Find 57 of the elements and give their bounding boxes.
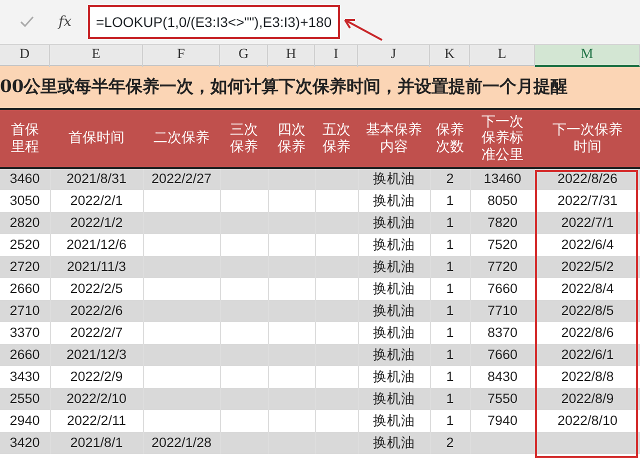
table-cell: 换机油 bbox=[358, 432, 430, 454]
table-cell: 3460 bbox=[0, 168, 50, 190]
insert-function-button[interactable]: fx bbox=[50, 12, 80, 32]
table-cell: 2022/1/28 bbox=[143, 432, 220, 454]
table-cell: 2022/2/6 bbox=[50, 300, 143, 322]
table-cell: 1 bbox=[430, 300, 470, 322]
table-cell: 换机油 bbox=[358, 212, 430, 234]
table-cell: 2820 bbox=[0, 212, 50, 234]
column-heading: 下一次保养标准公里 bbox=[470, 110, 535, 168]
table-cell: 7820 bbox=[470, 212, 535, 234]
column-header[interactable]: M bbox=[535, 45, 640, 67]
table-cell: 换机油 bbox=[358, 168, 430, 190]
table-cell: 换机油 bbox=[358, 256, 430, 278]
table-cell: 2022/6/1 bbox=[535, 344, 640, 366]
table-cell: 7550 bbox=[470, 388, 535, 410]
table-cell: 1 bbox=[430, 344, 470, 366]
table-cell: 1 bbox=[430, 388, 470, 410]
table-cell: 2022/2/27 bbox=[143, 168, 220, 190]
column-heading: 四次保养 bbox=[268, 110, 315, 168]
table-cell: 换机油 bbox=[358, 344, 430, 366]
table-cell: 2710 bbox=[0, 300, 50, 322]
column-heading: 基本保养内容 bbox=[358, 110, 430, 168]
column-heading: 下一次保养时间 bbox=[535, 110, 640, 168]
column-heading: 二次保养 bbox=[143, 110, 220, 168]
table-cell: 2022/8/5 bbox=[535, 300, 640, 322]
table-cell: 2 bbox=[430, 168, 470, 190]
table-cell: 2021/12/3 bbox=[50, 344, 143, 366]
table-cell: 2022/5/2 bbox=[535, 256, 640, 278]
table-cell: 2 bbox=[430, 432, 470, 454]
annotation-arrow bbox=[342, 16, 384, 42]
table-cell: 2720 bbox=[0, 256, 50, 278]
table-cell: 2022/7/1 bbox=[535, 212, 640, 234]
table-cell: 2022/1/2 bbox=[50, 212, 143, 234]
table-cell: 2022/2/10 bbox=[50, 388, 143, 410]
table-cell: 7710 bbox=[470, 300, 535, 322]
table-cell: 换机油 bbox=[358, 300, 430, 322]
table-cell: 2021/11/3 bbox=[50, 256, 143, 278]
table-cell: 1 bbox=[430, 256, 470, 278]
column-heading: 保养次数 bbox=[430, 110, 470, 168]
table-cell: 7660 bbox=[470, 344, 535, 366]
column-heading: 五次保养 bbox=[315, 110, 358, 168]
table-cell: 3420 bbox=[0, 432, 50, 454]
table-cell: 2021/8/1 bbox=[50, 432, 143, 454]
check-icon[interactable] bbox=[20, 16, 34, 28]
formula-field[interactable]: =LOOKUP(1,0/(E3:I3<>""),E3:I3)+180 bbox=[88, 5, 340, 39]
column-heading: 首保时间 bbox=[50, 110, 143, 168]
table-cell: 1 bbox=[430, 212, 470, 234]
table-cell: 换机油 bbox=[358, 388, 430, 410]
column-heading: 首保里程 bbox=[0, 110, 50, 168]
table-cell: 2022/8/9 bbox=[535, 388, 640, 410]
table-cell: 2021/8/31 bbox=[50, 168, 143, 190]
table-cell: 2550 bbox=[0, 388, 50, 410]
column-heading: 三次保养 bbox=[220, 110, 268, 168]
table-cell: 7720 bbox=[470, 256, 535, 278]
table-cell: 13460 bbox=[470, 168, 535, 190]
table-cell: 2660 bbox=[0, 344, 50, 366]
sheet-title: 00公里或每半年保养一次，如何计算下次保养时间，并设置提前一个月提醒 bbox=[0, 66, 640, 110]
